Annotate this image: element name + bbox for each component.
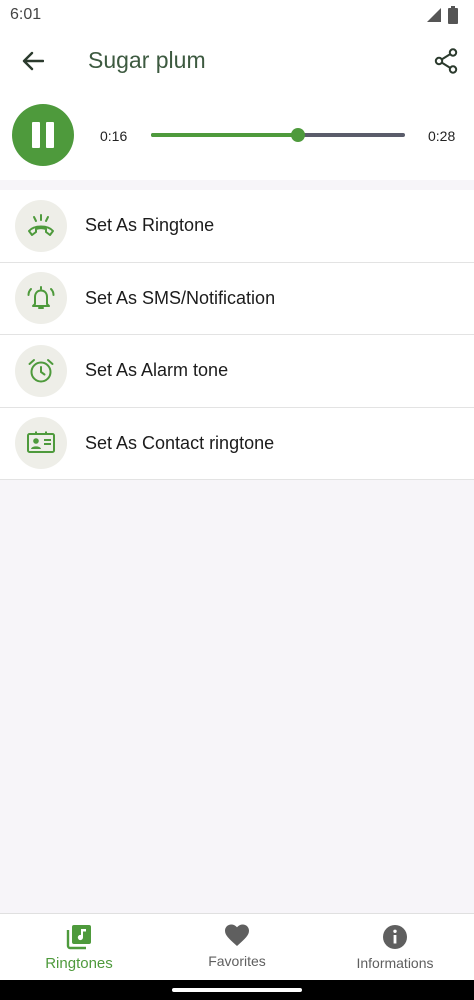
info-icon: [383, 925, 407, 949]
ringtone-actions-list: Set As Ringtone Set As SMS/Notification …: [0, 190, 474, 480]
battery-icon: [448, 6, 458, 24]
system-gesture-bar: [0, 980, 474, 1000]
total-time: 0:28: [428, 128, 456, 144]
status-icons: [426, 6, 458, 24]
action-icon-wrapper: [15, 199, 67, 252]
notification-bell-icon: [27, 286, 55, 310]
set-as-ringtone-item[interactable]: Set As Ringtone: [0, 190, 474, 263]
app-bar: Sugar plum: [0, 30, 474, 92]
current-time: 0:16: [100, 128, 128, 144]
back-button[interactable]: [18, 46, 48, 76]
nav-item-informations[interactable]: Informations: [316, 914, 474, 980]
action-label: Set As Contact ringtone: [85, 432, 275, 453]
heart-icon: [225, 924, 249, 946]
share-button[interactable]: [431, 46, 461, 76]
contact-card-icon: [27, 431, 55, 454]
status-bar: 6:01: [0, 0, 474, 30]
pause-icon: [32, 122, 54, 148]
nav-item-ringtones[interactable]: Ringtones: [0, 914, 158, 980]
nav-label: Ringtones: [45, 955, 113, 972]
seek-bar[interactable]: [151, 128, 405, 142]
set-as-alarm-item[interactable]: Set As Alarm tone: [0, 335, 474, 408]
seek-bar-thumb[interactable]: [291, 128, 306, 142]
play-pause-button[interactable]: [12, 104, 74, 166]
home-gesture-handle[interactable]: [172, 988, 302, 992]
signal-icon: [427, 8, 441, 22]
action-icon-wrapper: [15, 344, 67, 397]
set-as-notification-item[interactable]: Set As SMS/Notification: [0, 263, 474, 335]
arrow-left-icon: [22, 51, 44, 71]
action-label: Set As SMS/Notification: [85, 287, 276, 308]
action-label: Set As Alarm tone: [85, 360, 229, 381]
action-label: Set As Ringtone: [85, 215, 215, 236]
status-time: 6:01: [10, 6, 42, 23]
ringing-phone-icon: [28, 213, 54, 236]
page-title: Sugar plum: [88, 47, 206, 73]
action-icon-wrapper: [15, 417, 67, 470]
share-icon: [434, 48, 458, 74]
alarm-clock-icon: [28, 358, 54, 383]
action-icon-wrapper: [15, 272, 67, 325]
set-as-contact-ringtone-item[interactable]: Set As Contact ringtone: [0, 408, 474, 480]
nav-label: Informations: [356, 955, 434, 971]
music-library-icon: [66, 925, 91, 950]
section-gap: [0, 180, 474, 190]
bottom-navigation: Ringtones Favorites Informations: [0, 913, 474, 980]
nav-item-favorites[interactable]: Favorites: [158, 914, 316, 980]
audio-player: 0:16 0:28: [0, 92, 474, 180]
nav-label: Favorites: [208, 953, 266, 969]
seek-bar-progress: [151, 133, 299, 137]
